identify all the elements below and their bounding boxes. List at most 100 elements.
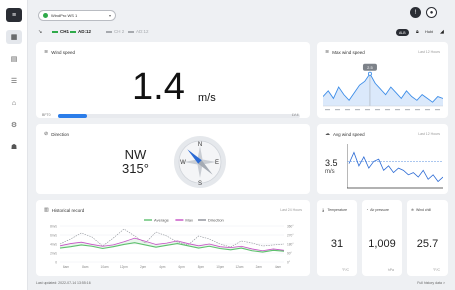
direction-title: ⊘ Direction [44,131,69,137]
beaufort-fill [58,114,88,118]
channel-bar: ↘ CH1 AD:12 CH 2 AD:12 ALB 🔒︎ Hubi ◢ [28,26,455,40]
sidebar-item-devices[interactable]: ⌂ [6,96,22,110]
max-wind-x-tick [435,109,440,111]
temperature-title: 🌡︎ Temperature [321,208,347,212]
beaufort-max-label: LV.4 [292,113,299,117]
wind-chill-unit: °F/C [432,268,440,272]
legend-label: Direction [208,218,224,223]
wind-chill-title-text: Wind chill [415,208,431,212]
history-x-tick: 8am [82,265,89,269]
sidebar-item-users[interactable]: ☗ [6,140,22,154]
history-left-tick: 4m/s [50,242,57,246]
thermometer-icon: 🌡︎ [321,208,326,212]
direction-degrees: 315° [122,160,149,176]
online-status-icon [43,13,48,18]
sidebar-item-settings[interactable]: ⚙ [6,118,22,132]
history-left-tick: 0 [55,260,57,264]
wind-speed-card: ≋ Wind speed 1.4 m/s BFT0 LV.4 [36,42,310,118]
max-wind-title-text: Max wind speed [332,49,365,55]
avg-wind-period: Last 12 Hours [418,132,440,136]
air-pressure-value: 1,009 [368,238,396,250]
air-pressure-unit: hPa [387,268,394,272]
max-wind-period: Last 12 Hours [418,50,440,54]
chart-icon: ▥ [44,207,49,213]
history-x-tick: 10pm [216,265,224,269]
channel-label: CH 2 [114,29,125,34]
max-wind-x-tick [395,109,400,111]
channel-label: CH1 [60,29,70,34]
full-history-link[interactable]: Full history data > [417,281,445,285]
device-icon: ⌂ [11,99,17,107]
gauge-icon: ◔ [366,208,369,212]
history-right-tick: 90° [287,251,293,255]
wind-chill-card: ❄ Wind chill 25.7 °F/C [407,200,448,276]
history-x-tick: 6am [63,265,70,269]
channel-ch2[interactable]: CH 2 [106,29,124,34]
history-x-tick: 8pm [198,265,205,269]
table-icon: ▤ [10,56,18,63]
history-x-tick: 6pm [179,265,186,269]
max-wind-card: ≋ Max wind speed Last 12 Hours 2.5 [317,42,448,118]
direction-card: ⊘ Direction NW 315° N E S W [36,124,310,194]
avg-wind-title-text: Avg wind speed [333,131,365,137]
alarm-badge[interactable]: ALB [396,29,409,36]
max-wind-title: ≋ Max wind speed [325,49,365,55]
avg-wind-unit: m/s [325,169,335,175]
device-select[interactable]: WindPro WS 1 ▾ [38,10,116,21]
temperature-unit: °F/C [341,268,349,272]
channel-label: AD:12 [78,29,92,34]
channel-ad12-b[interactable]: AD:12 [128,29,149,34]
wind-gust-icon: ≋ [325,49,330,55]
legend-label: Average [154,218,170,223]
compass-n: N [198,142,202,148]
max-wind-x-tick [415,109,420,111]
dashboard-icon: ▦ [10,34,18,41]
gear-icon: ⚙ [10,122,18,129]
legend-label: Max [185,218,193,223]
history-left-tick: 6m/s [50,233,57,237]
signal-icon: ↘ [38,29,43,35]
account-icon[interactable]: ● [426,7,437,18]
wind-chill-title: ❄ Wind chill [411,208,431,212]
history-x-tick: 12am [235,265,243,269]
list-icon: ☰ [10,78,18,85]
user-label: Hubi [425,29,434,34]
max-wind-x-tick [325,109,330,111]
channel-swatch [52,30,58,33]
history-x-tick: 4pm [159,265,166,269]
channel-ch1[interactable]: CH1 [52,29,69,34]
last-updated: Last updated: 2022-07-14 13:55:16 [36,281,91,285]
max-wind-tooltip-value: 2.5 [367,65,373,70]
users-icon: ☗ [10,144,18,151]
wind-speed-title: ≋ Wind speed [44,49,75,55]
channel-ad12-a[interactable]: AD:12 [70,29,91,34]
history-title: ▥ Historical record [44,207,84,213]
alarm-badge-label: ALB [399,30,406,35]
history-right-tick: 0° [287,260,291,264]
air-pressure-title-text: Air pressure [370,208,389,212]
max-wind-x-tick [345,109,350,111]
history-right-tick: 360° [287,224,294,228]
compass-e: E [215,160,219,166]
history-x-tick: 2am [256,265,263,269]
temperature-card: 🌡︎ Temperature 31 °F/C [317,200,357,276]
alert-icon[interactable]: ! [410,7,421,18]
snowflake-icon: ❄ [411,208,414,212]
menu-button[interactable]: ≡ [6,8,22,22]
sidebar-item-dashboard[interactable]: ▦ [6,30,22,44]
max-wind-x-tick [355,109,360,111]
channel-swatch [128,30,134,33]
wind-speed-unit: m/s [198,92,216,104]
channel-label: AD:12 [136,29,149,34]
history-chart: Average Max Direction 8m/s 6m/s 4m/s 2m/s 0 360°… [50,218,294,270]
history-title-text: Historical record [51,207,85,213]
wind-chill-value: 25.7 [416,238,439,250]
max-wind-peak-point [367,71,372,76]
sidebar-item-settings-list[interactable]: ☰ [6,74,22,88]
chevron-down-icon: ▾ [108,13,111,18]
topbar: WindPro WS 1 ▾ ! ● [28,0,455,26]
max-wind-x-tick [365,109,370,111]
temperature-value: 31 [330,238,344,250]
sidebar-item-data[interactable]: ▤ [6,52,22,66]
max-wind-x-tick [375,109,380,111]
